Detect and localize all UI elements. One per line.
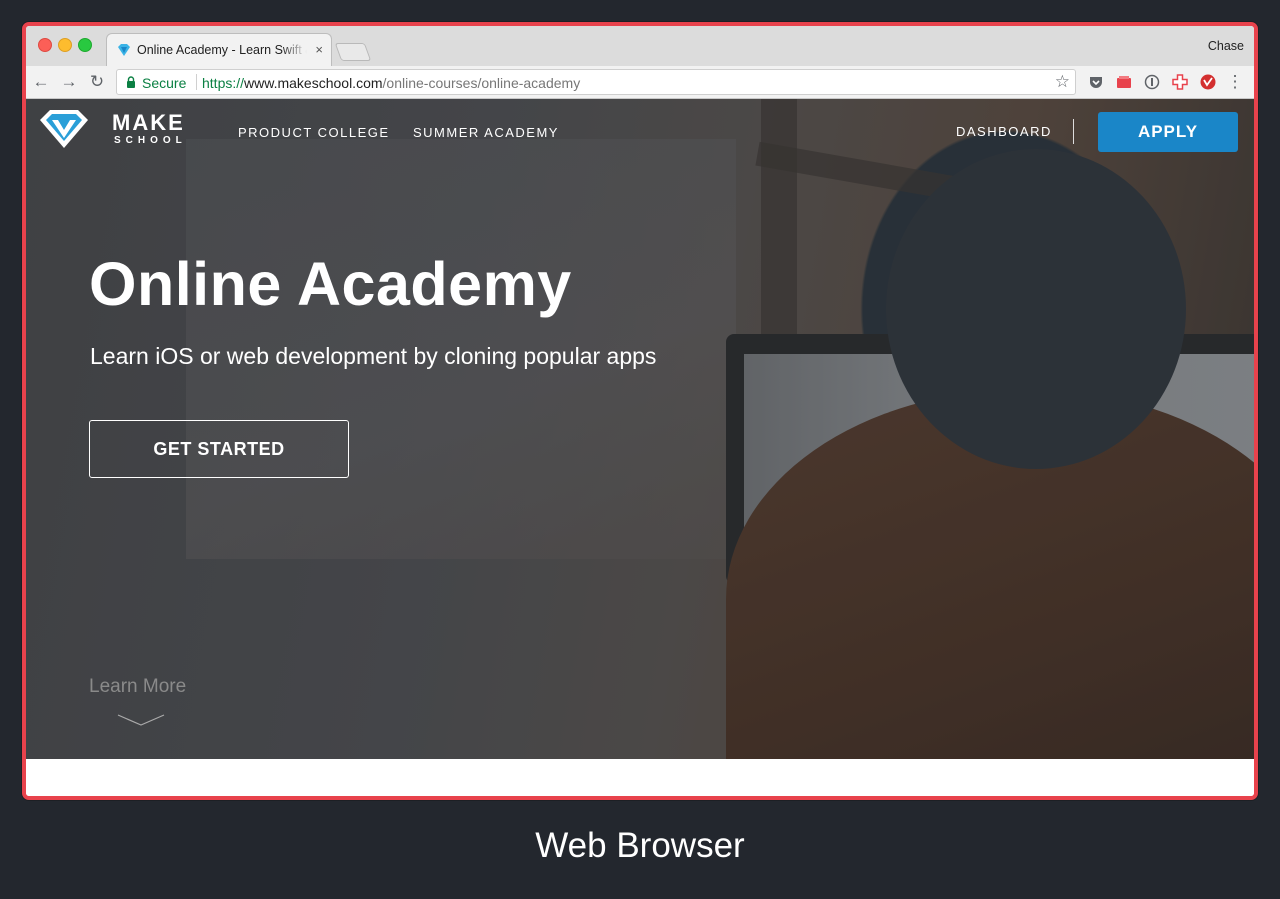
get-started-button[interactable]: GET STARTED: [89, 420, 349, 478]
minimize-window-button[interactable]: [58, 38, 72, 52]
red-circle-extension-icon[interactable]: [1200, 74, 1216, 90]
make-school-logo[interactable]: MAKE SCHOOL: [38, 108, 198, 150]
make-school-diamond-icon: [40, 110, 88, 148]
browser-window: Online Academy - Learn Swift & Web Devel…: [22, 22, 1258, 800]
logo-wordmark-school: SCHOOL: [114, 135, 187, 146]
zoom-window-button[interactable]: [78, 38, 92, 52]
page-title: Online Academy: [89, 250, 572, 318]
nav-summer-academy[interactable]: SUMMER ACADEMY: [413, 125, 559, 140]
url-host: www.makeschool.com: [244, 75, 383, 91]
caption: Web Browser: [535, 826, 745, 865]
nav-dashboard[interactable]: DASHBOARD: [956, 124, 1052, 139]
nav-divider: [1073, 119, 1074, 144]
back-arrow-icon[interactable]: ←: [30, 71, 52, 93]
forward-arrow-icon[interactable]: →: [58, 71, 80, 93]
page-below-hero: [26, 759, 1254, 796]
tab-close-icon[interactable]: ×: [315, 42, 323, 58]
tab-active[interactable]: Online Academy - Learn Swift & Web Devel…: [106, 33, 332, 66]
close-window-button[interactable]: [38, 38, 52, 52]
lock-icon: [127, 76, 135, 88]
url-path: /online-courses/online-academy: [382, 75, 581, 91]
chevron-down-icon[interactable]: [116, 711, 166, 731]
url-scheme: https://: [202, 75, 245, 91]
reload-icon[interactable]: ↻: [86, 71, 108, 93]
url-text[interactable]: https://www.makeschool.com/online-course…: [202, 75, 580, 91]
bookmark-star-icon[interactable]: ☆: [1055, 72, 1070, 92]
hero-subtitle: Learn iOS or web development by cloning …: [90, 343, 657, 369]
browser-toolbar: ← → ↻ Secure https://www.makeschool.com/…: [26, 66, 1254, 99]
medical-cross-extension-icon[interactable]: [1172, 74, 1188, 90]
diamond-favicon-icon: [118, 44, 130, 56]
browser-menu-icon[interactable]: ⋮: [1224, 71, 1246, 93]
password-manager-icon[interactable]: [1144, 74, 1160, 90]
address-bar[interactable]: Secure https://www.makeschool.com/online…: [116, 69, 1076, 95]
tab-strip: Online Academy - Learn Swift & Web Devel…: [26, 26, 1254, 66]
omnibox-separator: [196, 74, 197, 90]
logo-wordmark-make: MAKE: [112, 110, 185, 135]
tab-title: Online Academy - Learn Swift & Web Devel…: [137, 43, 307, 57]
learn-more-link[interactable]: Learn More: [89, 676, 186, 698]
profile-name[interactable]: Chase: [1208, 39, 1244, 53]
nav-product-college[interactable]: PRODUCT COLLEGE: [238, 125, 390, 140]
new-tab-button[interactable]: [334, 43, 372, 61]
apply-button[interactable]: APPLY: [1098, 112, 1238, 152]
secure-label: Secure: [142, 75, 187, 91]
inbox-extension-icon[interactable]: [1116, 74, 1132, 90]
hero-section: MAKE SCHOOL PRODUCT COLLEGE SUMMER ACADE…: [26, 99, 1254, 759]
pocket-extension-icon[interactable]: [1088, 74, 1104, 90]
